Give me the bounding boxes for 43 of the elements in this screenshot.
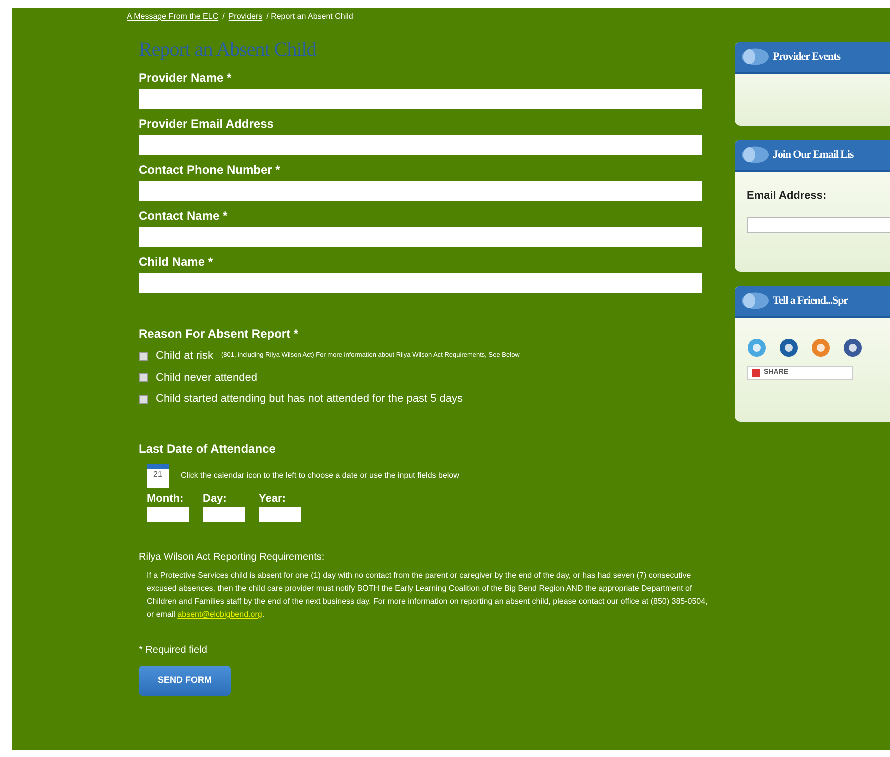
text-input[interactable]	[139, 273, 702, 293]
date-label: Year:	[259, 492, 287, 506]
option-label: Child started attending but has not attended for the past 5 days	[156, 392, 463, 407]
field-label: Child Name *	[139, 254, 214, 271]
section-heading: Rilya Wilson Act Reporting Requirements:	[139, 551, 326, 565]
hint-text: Click the calendar icon to the left to choose a date or use the input fields below	[181, 470, 460, 482]
breadcrumb-link[interactable]: A Message From the ELC	[127, 11, 219, 23]
widget-title: Tell a Friend...Spr	[773, 294, 848, 309]
field-label: Provider Email Address	[139, 116, 275, 133]
share-icon[interactable]	[843, 338, 863, 358]
section-heading: Reason For Absent Report *	[139, 326, 300, 343]
date-label: Month:	[147, 492, 185, 506]
option-label: Child never attended	[156, 370, 258, 386]
page-title: Report an Absent Child	[139, 38, 318, 63]
email-input[interactable]	[747, 216, 890, 232]
required-note: * Required field	[139, 644, 208, 658]
widget-title: Provider Events	[773, 50, 840, 65]
field-label: Contact Name *	[139, 208, 229, 225]
breadcrumb-text: / Report an Absent Child	[266, 11, 354, 23]
widget-title: Join Our Email Lis	[773, 148, 854, 163]
text-input[interactable]	[139, 181, 702, 201]
share-icon[interactable]	[779, 338, 799, 358]
breadcrumb-text: /	[222, 11, 225, 23]
field-label: Provider Name *	[139, 70, 233, 87]
send-form-button[interactable]: SEND FORM	[139, 666, 231, 696]
breadcrumb-link[interactable]: Providers	[228, 11, 263, 23]
option-label: Child at risk	[156, 349, 214, 364]
text-input[interactable]	[139, 227, 702, 247]
text-input[interactable]	[139, 89, 702, 109]
checkbox[interactable]	[139, 394, 148, 404]
checkbox[interactable]	[139, 373, 148, 382]
email-link[interactable]: absent@elcbigbend.org	[178, 610, 262, 619]
date-input[interactable]	[203, 507, 245, 522]
date-label: Day:	[203, 492, 228, 506]
calendar-icon[interactable]: 21	[147, 464, 169, 488]
checkbox[interactable]	[139, 352, 148, 361]
text-input[interactable]	[139, 135, 702, 155]
requirements-paragraph: If a Protective Services child is absent for one (1) day with no contact from the parent or caregiver by the end of the day, or has had seven (7) consecutive excused absences, then the child care provider must notify BOTH the Early Learning Coalition of the Big Bend Region AND the appropriate Department of Children and Families staff by the end of the next business day. For more information on reporting an absent child, please contact our office at (850) 385-0504, or email absent@elcbigbend.org.	[146, 570, 709, 621]
field-label: Email Address:	[747, 189, 828, 204]
date-input[interactable]	[259, 507, 301, 522]
date-input[interactable]	[147, 507, 189, 522]
section-heading: Last Date of Attendance	[139, 440, 277, 458]
field-label: Contact Phone Number *	[139, 162, 282, 179]
